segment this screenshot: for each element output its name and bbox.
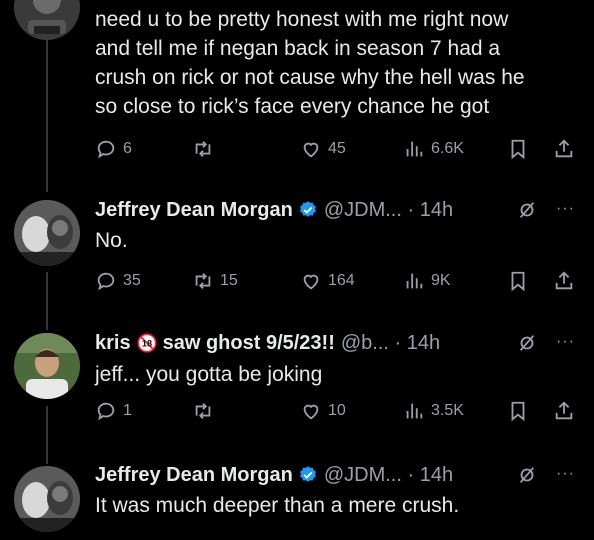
views-icon: [406, 403, 423, 419]
tweet-text: No.: [95, 229, 128, 252]
avatar[interactable]: [14, 333, 80, 399]
tweet-header: Jeffrey Dean Morgan @JDM... · 14h: [95, 197, 453, 223]
views-count: 3.5K: [431, 402, 464, 419]
handle-and-time: @b... · 14h: [340, 332, 441, 354]
reply-icon: [97, 140, 115, 159]
reply-count: 1: [123, 402, 132, 419]
verified-icon: [299, 201, 316, 217]
bookmark-button[interactable]: [507, 136, 529, 162]
tweet-text: jeff... you gotta be joking: [95, 363, 323, 386]
like-button[interactable]: 164: [300, 268, 355, 294]
verified-icon: [299, 466, 316, 482]
reply-button[interactable]: 6: [95, 136, 132, 162]
thread-line: [46, 406, 48, 464]
like-count: 164: [328, 272, 355, 289]
repost-button[interactable]: [192, 136, 220, 162]
repost-icon: [195, 403, 211, 419]
display-name[interactable]: Jeffrey Dean Morgan: [95, 197, 293, 223]
views-icon: [406, 141, 423, 157]
tweet-text-line: and tell me if negan back in season 7 ha…: [95, 37, 501, 60]
reply-count: 6: [123, 140, 132, 157]
grok-icon[interactable]: [516, 199, 538, 221]
tweet-actions: 35 15 164 9K: [95, 268, 585, 294]
reply-icon: [97, 402, 115, 421]
display-name[interactable]: kris: [95, 330, 131, 356]
bookmark-button[interactable]: [507, 268, 529, 294]
share-icon: [555, 271, 573, 290]
share-button[interactable]: [553, 136, 575, 162]
repost-icon: [195, 273, 211, 289]
like-button[interactable]: 45: [300, 136, 346, 162]
display-name-suffix: saw ghost 9/5/23!!: [162, 332, 335, 354]
tweet-actions: 1 10 3.5K: [95, 398, 585, 424]
like-button[interactable]: 10: [300, 398, 346, 424]
avatar[interactable]: [14, 466, 80, 532]
tweet-header: Jeffrey Dean Morgan @JDM... · 14h: [95, 462, 453, 488]
bookmark-icon: [511, 139, 525, 160]
handle-and-time: @JDM... · 14h: [323, 199, 454, 221]
reply-count: 35: [123, 272, 141, 289]
display-name[interactable]: Jeffrey Dean Morgan: [95, 462, 293, 488]
repost-button[interactable]: 15: [192, 268, 238, 294]
reply-button[interactable]: 1: [95, 398, 132, 424]
repost-button[interactable]: [192, 398, 220, 424]
bookmark-icon: [511, 401, 525, 422]
grok-icon[interactable]: [516, 332, 538, 354]
avatar[interactable]: [14, 0, 80, 40]
heart-icon: [303, 404, 319, 420]
more-icon[interactable]: ···: [556, 334, 575, 350]
age-18-badge-icon: 18: [137, 333, 157, 353]
views-count: 6.6K: [431, 140, 464, 157]
like-count: 45: [328, 140, 346, 157]
heart-icon: [303, 274, 319, 290]
tweet-text-line: so close to rick’s face every chance he …: [95, 95, 490, 118]
tweet-header: kris 18 saw ghost 9/5/23!! @b... · 14h: [95, 330, 440, 356]
views-icon: [406, 273, 423, 289]
share-icon: [555, 139, 573, 158]
tweet-text-line: need u to be pretty honest with me right…: [95, 8, 509, 31]
bookmark-icon: [511, 271, 525, 292]
views-count: 9K: [431, 272, 451, 289]
share-button[interactable]: [553, 268, 575, 294]
age-18-badge-label: 18: [142, 338, 152, 348]
bookmark-button[interactable]: [507, 398, 529, 424]
tweet-text-line: crush on rick or not cause why the hell …: [95, 66, 525, 89]
reply-icon: [97, 272, 115, 291]
reply-button[interactable]: 35: [95, 268, 141, 294]
tweet-text: It was much deeper than a mere crush.: [95, 494, 460, 517]
views-button[interactable]: 6.6K: [403, 136, 464, 162]
tweet-actions: 6 45 6.6K: [95, 136, 585, 162]
more-icon[interactable]: ···: [556, 466, 575, 482]
more-icon[interactable]: ···: [556, 201, 575, 217]
share-button[interactable]: [553, 398, 575, 424]
repost-count: 15: [220, 272, 238, 289]
like-count: 10: [328, 402, 346, 419]
views-button[interactable]: 9K: [403, 268, 451, 294]
repost-icon: [195, 141, 211, 157]
views-button[interactable]: 3.5K: [403, 398, 464, 424]
handle-and-time: @JDM... · 14h: [323, 464, 454, 486]
thread-line: [46, 272, 48, 330]
grok-icon[interactable]: [516, 464, 538, 486]
avatar[interactable]: [14, 200, 80, 266]
share-icon: [555, 401, 573, 420]
heart-icon: [303, 142, 319, 158]
